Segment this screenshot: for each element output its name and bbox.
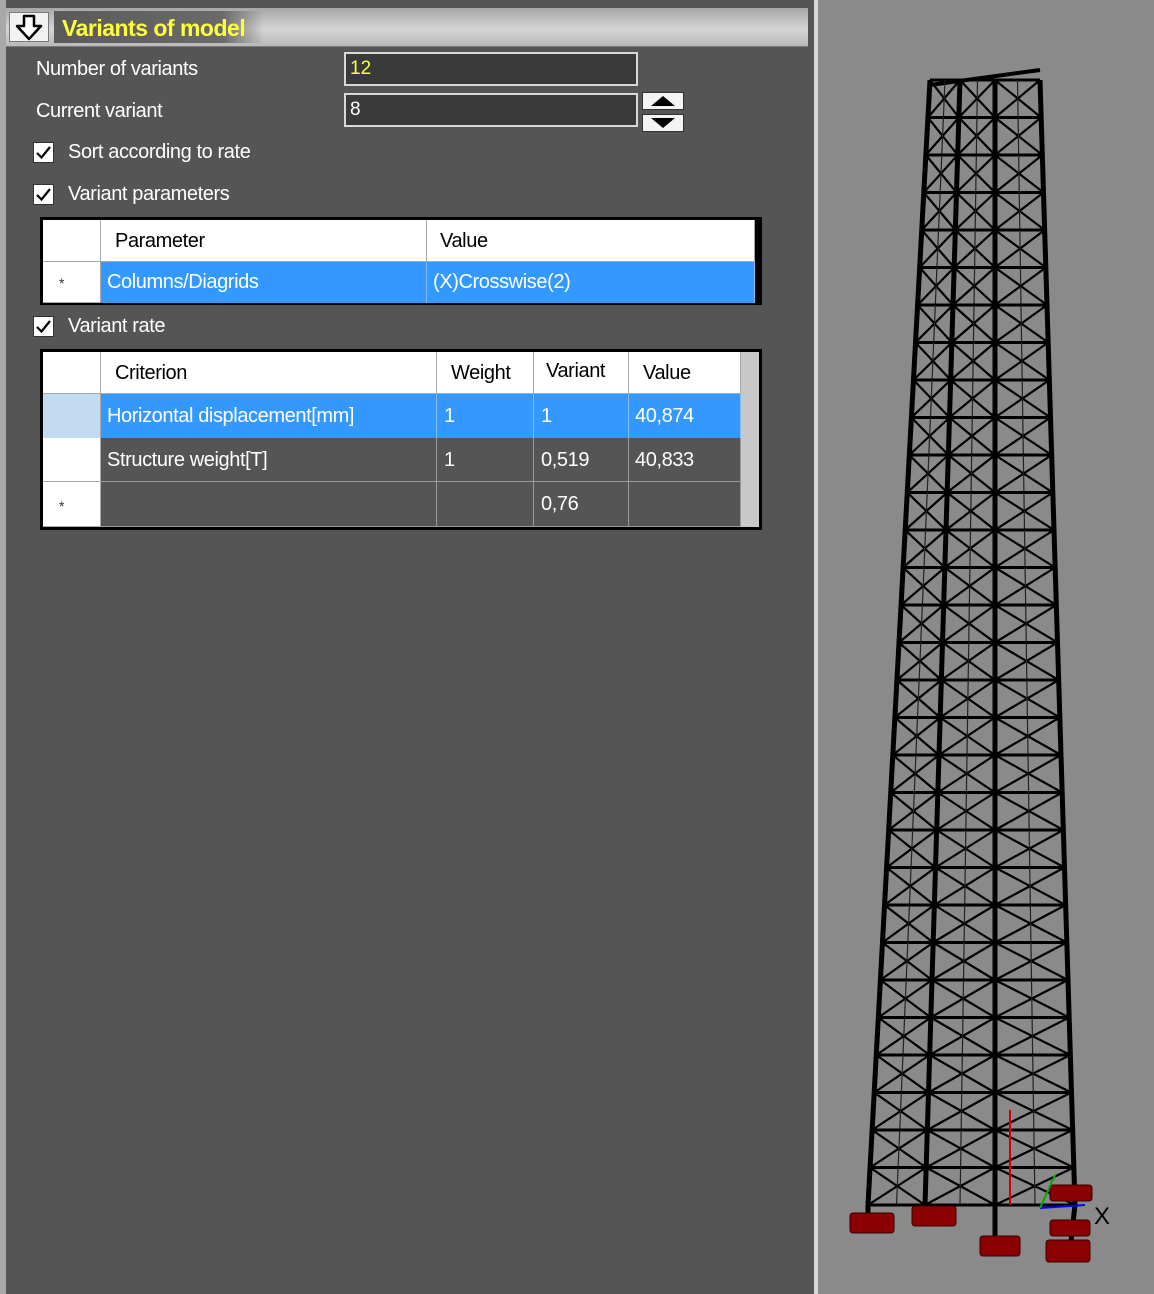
- table-cell[interactable]: 1: [534, 394, 629, 438]
- table-cell[interactable]: [629, 482, 741, 527]
- current-variant-field[interactable]: 8: [344, 93, 638, 127]
- model-viewport[interactable]: X: [818, 0, 1154, 1294]
- table-cell[interactable]: 40,833: [629, 438, 741, 482]
- table-cell[interactable]: Horizontal displacement[mm]: [101, 394, 437, 438]
- table-cell[interactable]: Structure weight[T]: [101, 438, 437, 482]
- current-variant-label: Current variant: [36, 100, 163, 122]
- column-header-weight[interactable]: Weight: [437, 352, 534, 394]
- checkmark-icon: [36, 320, 51, 334]
- table-cell[interactable]: [437, 482, 534, 527]
- checkmark-icon: [36, 188, 51, 202]
- row-header[interactable]: *: [43, 482, 101, 527]
- table-cell[interactable]: (X)Crosswise(2): [427, 262, 755, 303]
- table-cell[interactable]: [101, 482, 437, 527]
- increment-button[interactable]: [642, 92, 684, 110]
- decrement-button[interactable]: [642, 114, 684, 132]
- checkmark-icon: [36, 146, 51, 160]
- column-header-value[interactable]: Value: [629, 352, 741, 394]
- parameters-grid: Parameter Value * Columns/Diagrids (X)Cr…: [40, 217, 762, 305]
- vertical-scrollbar[interactable]: [741, 352, 759, 527]
- column-header-parameter[interactable]: Parameter: [101, 220, 427, 262]
- arrow-up-icon: [651, 96, 675, 106]
- sort-checkbox[interactable]: [33, 142, 54, 163]
- variant-rate-checkbox[interactable]: [33, 316, 54, 337]
- table-cell[interactable]: Columns/Diagrids: [101, 262, 427, 303]
- support-base: [911, 1205, 957, 1227]
- panel-title: Variants of model: [62, 15, 246, 41]
- row-header[interactable]: [43, 438, 101, 482]
- column-header-variant[interactable]: Variant: [534, 352, 629, 394]
- support-base: [1049, 1219, 1091, 1237]
- new-row-marker: *: [59, 498, 65, 514]
- table-cell[interactable]: 40,874: [629, 394, 741, 438]
- sort-label[interactable]: Sort according to rate: [68, 141, 251, 164]
- new-row-marker: *: [59, 275, 65, 291]
- variant-parameters-label[interactable]: Variant parameters: [68, 183, 230, 206]
- support-base: [849, 1212, 895, 1234]
- table-cell[interactable]: 0,76: [534, 482, 629, 527]
- number-of-variants-label: Number of variants: [36, 58, 198, 80]
- column-header-criterion[interactable]: Criterion: [101, 352, 437, 394]
- table-cell[interactable]: 1: [437, 438, 534, 482]
- rate-grid: Criterion Weight Variant Value Horizonta…: [40, 349, 762, 530]
- row-header[interactable]: *: [43, 262, 101, 303]
- table-cell[interactable]: 0,519: [534, 438, 629, 482]
- tower-model: X: [849, 68, 1110, 1263]
- support-base: [1045, 1239, 1091, 1263]
- grid-corner: [43, 220, 101, 262]
- row-header[interactable]: [43, 394, 101, 438]
- table-cell[interactable]: 1: [437, 394, 534, 438]
- support-base: [979, 1235, 1021, 1257]
- support-base: [1049, 1184, 1093, 1202]
- column-header-value[interactable]: Value: [427, 220, 755, 262]
- x-axis-label: X: [1094, 1203, 1110, 1230]
- collapse-arrow-icon[interactable]: [9, 12, 49, 42]
- variant-parameters-checkbox[interactable]: [33, 184, 54, 205]
- arrow-down-icon: [651, 118, 675, 128]
- panel-header[interactable]: Variants of model: [6, 8, 808, 47]
- grid-corner: [43, 352, 101, 394]
- variant-rate-label[interactable]: Variant rate: [68, 315, 166, 338]
- number-of-variants-field[interactable]: 12: [344, 52, 638, 86]
